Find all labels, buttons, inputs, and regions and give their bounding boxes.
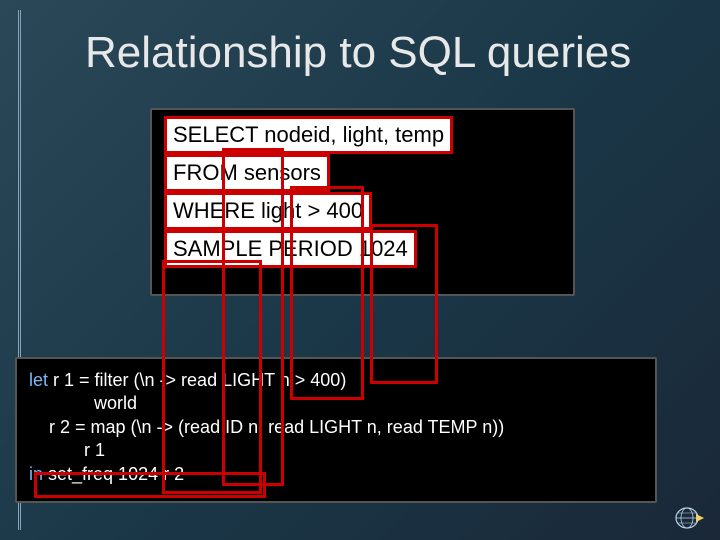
sql-sample-line: SAMPLE PERIOD 1024 — [164, 230, 417, 268]
sql-from-line: FROM sensors — [164, 154, 330, 192]
next-slide-icon[interactable] — [674, 506, 704, 530]
functional-code-box: let r 1 = filter (\n -> read LIGHT n > 4… — [15, 357, 657, 503]
func-line-2: world — [29, 392, 643, 415]
sql-code-box: SELECT nodeid, light, temp FROM sensors … — [150, 108, 575, 296]
func-line-3: r 2 = map (\n -> (read ID n, read LIGHT … — [29, 416, 643, 439]
let-keyword: let — [29, 370, 48, 390]
slide-title: Relationship to SQL queries — [85, 28, 631, 78]
func-line-1: let r 1 = filter (\n -> read LIGHT n > 4… — [29, 369, 643, 392]
func-line-5: in set_freq 1024 r 2 — [29, 463, 643, 486]
sql-select-line: SELECT nodeid, light, temp — [164, 116, 453, 154]
func-line-4: r 1 — [29, 439, 643, 462]
sql-where-line: WHERE light > 400 — [164, 192, 372, 230]
in-keyword: in — [29, 464, 43, 484]
